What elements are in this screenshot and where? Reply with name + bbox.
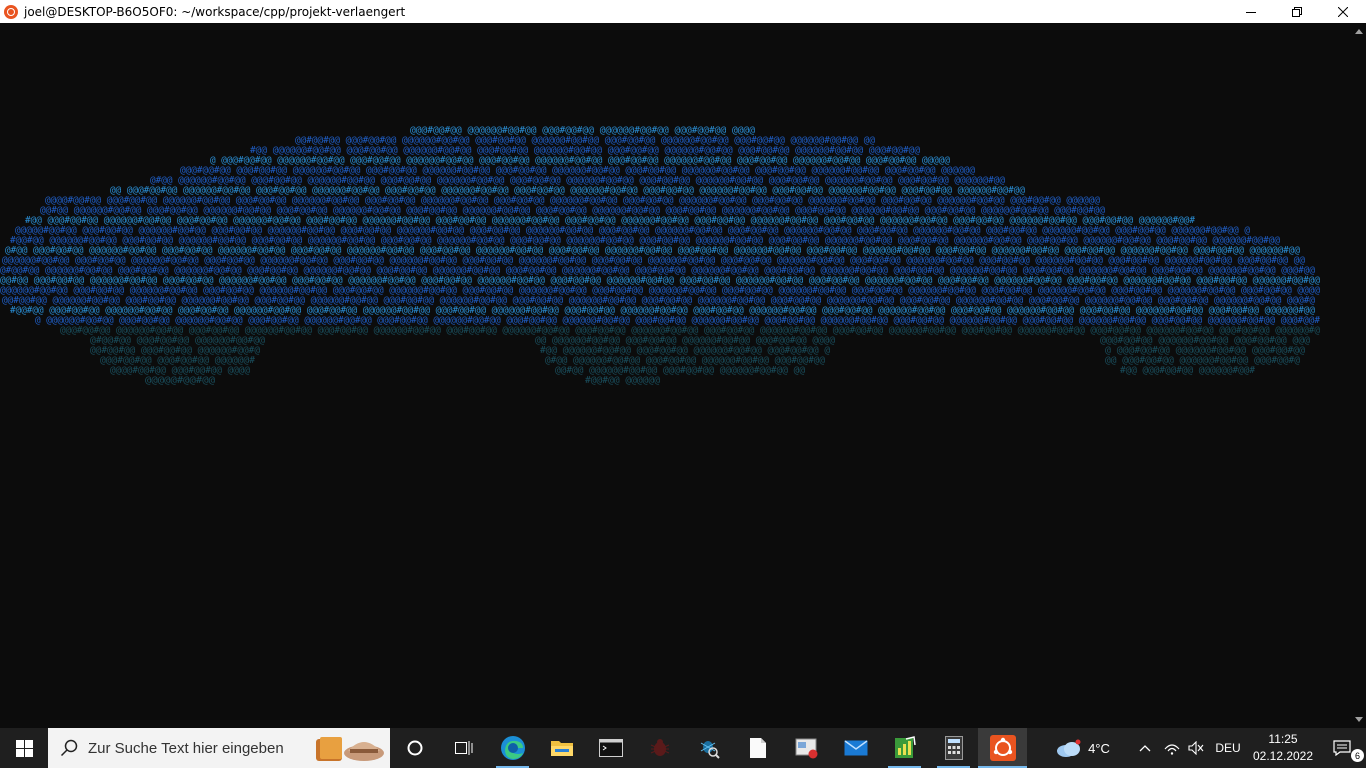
notification-icon — [1333, 740, 1351, 756]
window-title: joel@DESKTOP-B6O5OF0: ~/workspace/cpp/pr… — [24, 4, 406, 19]
taskbar-remote-app[interactable] — [782, 728, 831, 768]
chart-icon — [894, 736, 916, 758]
cortana-button[interactable] — [390, 728, 439, 768]
weather-temp: 4°C — [1088, 740, 1110, 756]
ascii-art-car: @@@#@@#@@ @@@@@@#@@#@@ @@@#@@#@@ @@@@@@#… — [0, 125, 1320, 386]
taskbar-edge[interactable] — [488, 728, 537, 768]
taskbar-file-explorer[interactable] — [537, 728, 586, 768]
taskbar-bug-app[interactable] — [635, 728, 684, 768]
system-tray: 4°C DEU 11:25 02.12.2022 6 — [1052, 728, 1366, 768]
taskbar-calculator[interactable] — [929, 728, 978, 768]
document-icon — [749, 738, 766, 758]
speaker-muted-icon — [1188, 741, 1204, 755]
network-button[interactable] — [1160, 728, 1184, 768]
minimize-button[interactable] — [1228, 0, 1274, 23]
taskbar-clock[interactable]: 11:25 02.12.2022 — [1248, 731, 1318, 765]
minimize-icon — [1246, 11, 1256, 13]
clock-date: 02.12.2022 — [1252, 749, 1314, 763]
window-controls — [1228, 0, 1366, 23]
taskbar-chart-app[interactable] — [880, 728, 929, 768]
window-titlebar[interactable]: joel@DESKTOP-B6O5OF0: ~/workspace/cpp/pr… — [0, 0, 1366, 23]
edge-icon — [500, 736, 525, 760]
scroll-thumb[interactable] — [1356, 41, 1362, 721]
clock-time: 11:25 — [1268, 732, 1298, 746]
taskbar-ubuntu[interactable] — [978, 728, 1027, 768]
notification-center-button[interactable]: 6 — [1318, 728, 1366, 768]
scroll-up-icon[interactable] — [1355, 29, 1363, 34]
taskbar-search[interactable]: Zur Suche Text hier eingeben — [48, 728, 390, 768]
task-view-icon — [454, 741, 472, 755]
ascii-art-row: #@@#@@ @@@@@@ — [585, 375, 660, 386]
ubuntu-icon — [4, 4, 18, 19]
close-icon — [1338, 6, 1348, 17]
ascii-art-row: @@@@@#@@#@@ — [145, 375, 215, 386]
wifi-icon — [1164, 744, 1180, 755]
show-hidden-icons-button[interactable] — [1130, 728, 1160, 768]
restore-icon — [1292, 6, 1302, 17]
folder-icon — [550, 741, 573, 756]
mail-icon — [844, 740, 867, 756]
weather-widget[interactable]: 4°C — [1052, 728, 1114, 768]
restore-button[interactable] — [1274, 0, 1320, 23]
chevron-up-icon — [1139, 745, 1151, 752]
taskbar-mail[interactable] — [831, 728, 880, 768]
circle-icon — [407, 740, 422, 756]
scroll-down-icon[interactable] — [1355, 717, 1363, 722]
volume-button[interactable] — [1184, 728, 1208, 768]
taskbar-terminal[interactable] — [586, 728, 635, 768]
search-highlight-illustration-icon — [316, 737, 384, 761]
ubuntu-icon — [989, 735, 1016, 761]
input-language-button[interactable]: DEU — [1208, 728, 1248, 768]
taskbar-notepad[interactable] — [733, 728, 782, 768]
windows-logo-icon — [15, 739, 33, 757]
notification-count-badge: 6 — [1351, 749, 1364, 762]
terminal-icon — [598, 739, 623, 757]
window-record-icon — [795, 738, 817, 759]
search-icon — [60, 739, 78, 757]
taskbar: Zur Suche Text hier eingeben 4°C DEU 11:… — [0, 728, 1366, 768]
taskbar-debugger[interactable] — [684, 728, 733, 768]
terminal-scrollbar[interactable] — [1352, 23, 1366, 728]
ascii-art-row: #@@ @@@#@@#@@ @@@@@@#@@# — [1120, 365, 1255, 376]
task-view-button[interactable] — [439, 728, 488, 768]
terminal-output[interactable]: @@@#@@#@@ @@@@@@#@@#@@ @@@#@@#@@ @@@@@@#… — [0, 23, 1352, 728]
start-button[interactable] — [0, 728, 48, 768]
calculator-icon — [944, 736, 963, 760]
bug-icon — [650, 739, 669, 756]
cloud-icon — [1057, 739, 1081, 757]
close-button[interactable] — [1320, 0, 1366, 23]
magnifier-bug-icon — [700, 741, 720, 759]
search-placeholder: Zur Suche Text hier eingeben — [88, 739, 284, 757]
